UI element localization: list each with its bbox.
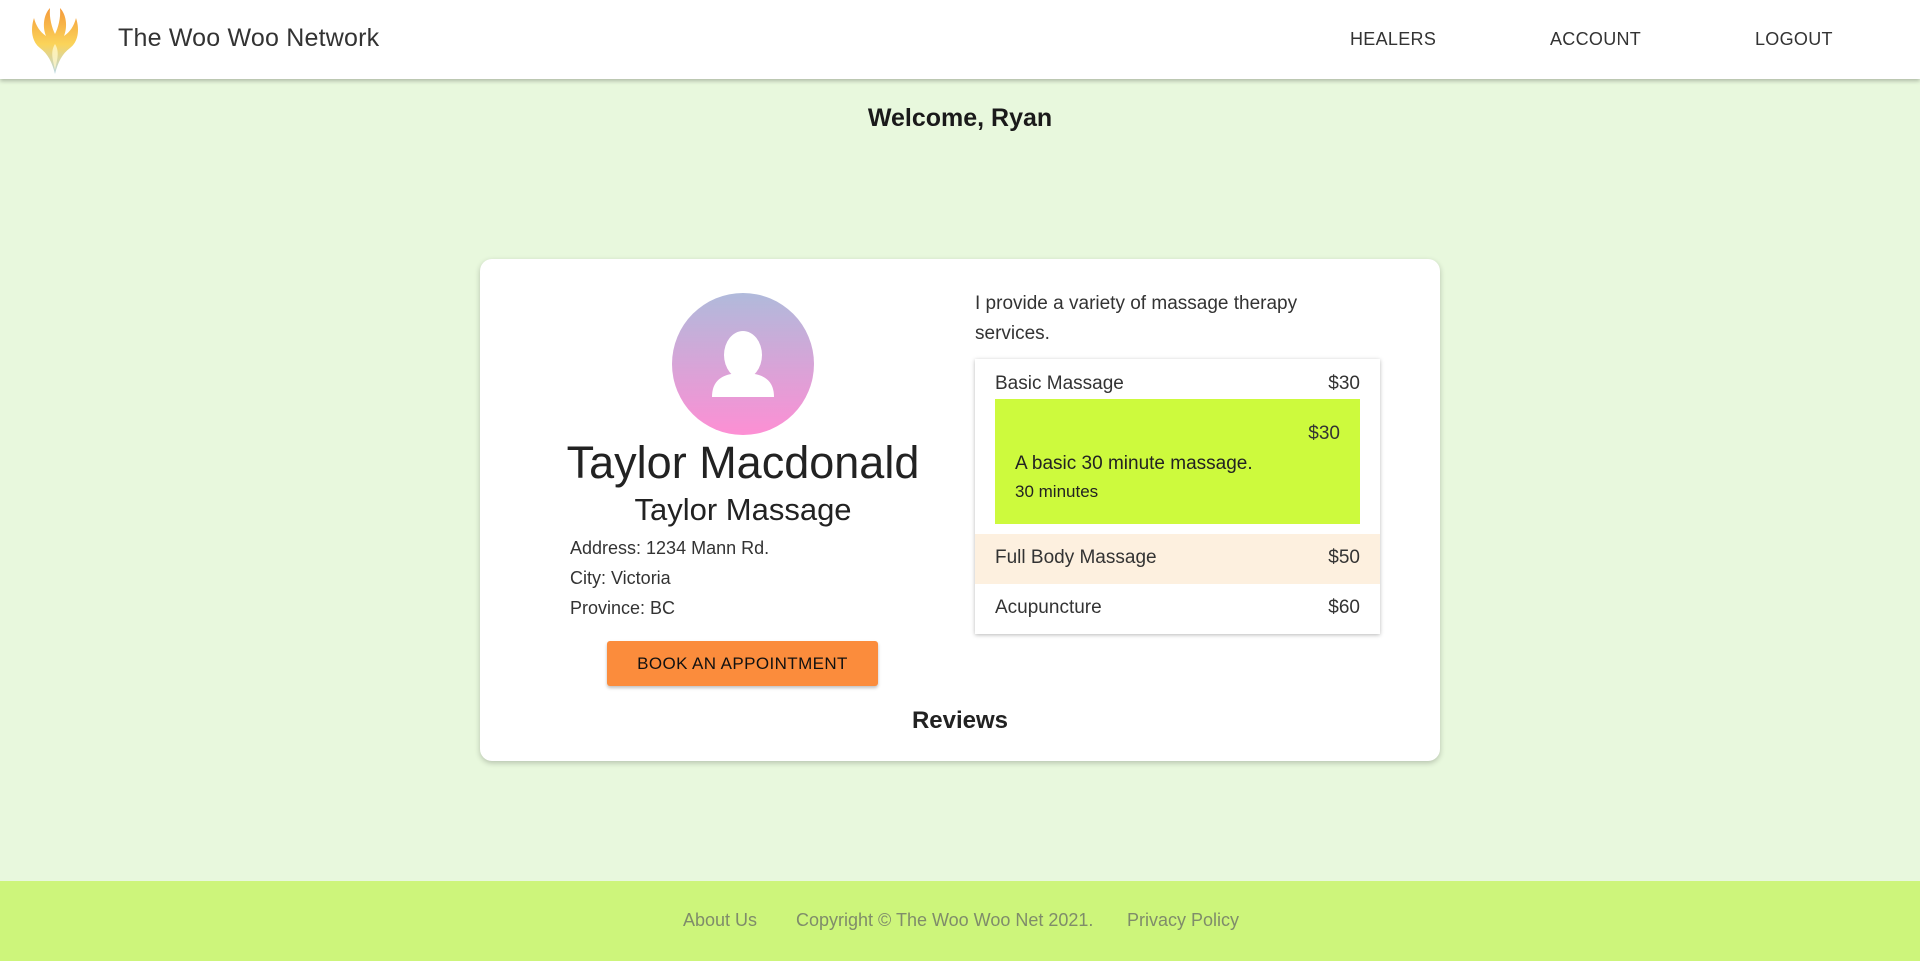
service-price: $50 — [1328, 547, 1360, 568]
service-detail-duration: 30 minutes — [1015, 482, 1099, 501]
service-details-panel: $30 A basic 30 minute massage. 30 minute… — [995, 399, 1360, 524]
services-list: Basic Massage $30 $30 A basic 30 minute … — [975, 359, 1380, 634]
service-item-full-body-massage[interactable]: Full Body Massage $50 — [975, 534, 1380, 584]
nav-account[interactable]: ACCOUNT — [1550, 29, 1641, 50]
service-price: $30 — [1328, 373, 1360, 394]
healer-profile-card: Taylor Macdonald Taylor Massage Address:… — [480, 259, 1440, 761]
welcome-heading: Welcome, Ryan — [867, 104, 1053, 132]
service-item-acupuncture[interactable]: Acupuncture $60 — [975, 584, 1380, 634]
footer-about-link[interactable]: About Us — [683, 910, 757, 931]
reviews-heading: Reviews — [911, 707, 1009, 734]
service-name: Full Body Massage — [995, 547, 1157, 568]
service-detail-description: A basic 30 minute massage. — [1015, 453, 1253, 474]
business-name: Taylor Massage — [634, 492, 852, 527]
province-text: Province: BC — [570, 598, 676, 618]
top-app-bar: The Woo Woo Network HEALERS ACCOUNT LOGO… — [0, 0, 1920, 79]
user-avatar-icon — [672, 293, 814, 435]
phoenix-logo-icon[interactable] — [28, 4, 82, 76]
city-text: City: Victoria — [570, 568, 671, 588]
service-item-basic-massage[interactable]: Basic Massage $30 — [975, 359, 1380, 399]
service-name: Basic Massage — [995, 373, 1124, 394]
footer: About Us Copyright © The Woo Woo Net 202… — [0, 881, 1920, 961]
brand-title[interactable]: The Woo Woo Network — [118, 24, 379, 53]
book-appointment-button[interactable]: BOOK AN APPOINTMENT — [607, 641, 878, 686]
healer-description: I provide a variety of massage therapy s… — [975, 293, 1298, 344]
service-price: $60 — [1328, 597, 1360, 618]
healer-name: Taylor Macdonald — [566, 437, 920, 488]
nav-healers[interactable]: HEALERS — [1350, 29, 1436, 50]
nav-logout[interactable]: LOGOUT — [1755, 29, 1833, 50]
address-text: Address: 1234 Mann Rd. — [570, 538, 770, 558]
footer-privacy-link[interactable]: Privacy Policy — [1127, 910, 1239, 931]
service-detail-price: $30 — [1308, 423, 1340, 444]
footer-copyright: Copyright © The Woo Woo Net 2021. — [796, 910, 1094, 930]
service-name: Acupuncture — [995, 597, 1102, 618]
